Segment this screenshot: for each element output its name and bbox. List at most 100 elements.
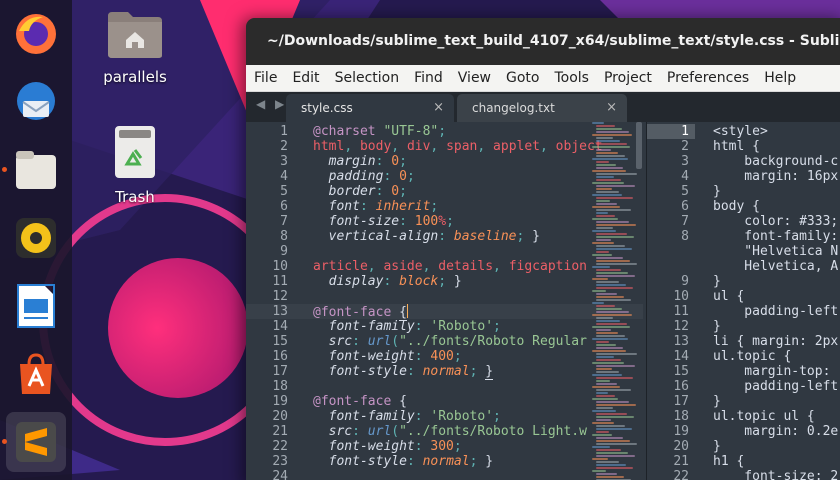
minimap-line [596, 260, 630, 262]
code-line: font-family: [713, 229, 839, 244]
minimap-line [592, 446, 610, 448]
line-number: 21 [673, 454, 689, 469]
code-token: , [493, 259, 509, 274]
writer-launcher[interactable] [6, 276, 66, 336]
code-token: ; [438, 124, 447, 139]
line-number: 19 [272, 394, 288, 409]
code-token: 0 [399, 169, 407, 184]
code-line: body { [713, 199, 760, 214]
minimap-line [596, 389, 631, 391]
rhythmbox-launcher[interactable] [6, 208, 66, 268]
line-number: 14 [673, 349, 689, 364]
code-token: @font-face [313, 305, 400, 320]
code-token: : [414, 319, 431, 334]
tab-changelog[interactable]: changelog.txt × [457, 94, 627, 122]
code-token: ; [469, 454, 486, 469]
sublime-launcher[interactable] [2, 412, 66, 472]
minimap-line [596, 293, 617, 295]
minimap-line [596, 176, 614, 178]
code-token: 0 [391, 154, 400, 169]
minimap-line [596, 317, 613, 319]
code-token: div [406, 139, 431, 154]
tab-style-css[interactable]: style.css × [286, 94, 454, 122]
minimap-line [592, 242, 614, 244]
minimap-line [596, 377, 633, 379]
line-number [647, 244, 689, 259]
minimap-line [592, 134, 632, 136]
minimap-line [596, 356, 614, 358]
menu-preferences[interactable]: Preferences [667, 70, 749, 86]
minimap-line [596, 425, 625, 427]
line-number: 10 [673, 289, 689, 304]
line-number: 13 [272, 304, 288, 319]
tab-nav-arrows[interactable]: ◀ ▶ [256, 97, 287, 111]
code-token: : [438, 229, 454, 244]
menu-edit[interactable]: Edit [292, 70, 319, 86]
editor-pane-right[interactable]: 1 2 3 4 5 6 7 8 9 10 11 12 13 14 15 16 17 18 19 20 21 22 <sty… [646, 122, 840, 480]
menu-project[interactable]: Project [604, 70, 652, 86]
code-token: vertical-align [328, 229, 439, 244]
thunderbird-launcher[interactable] [6, 72, 66, 132]
minimap-line [596, 368, 612, 370]
menu-tools[interactable]: Tools [554, 70, 589, 86]
minimap-line [596, 401, 629, 403]
code-line: <style> [713, 124, 768, 139]
code-token: normal [422, 454, 470, 469]
menu-selection[interactable]: Selection [335, 70, 400, 86]
firefox-launcher[interactable] [6, 4, 66, 64]
code-line: } [713, 394, 721, 409]
line-number: 17 [673, 394, 689, 409]
code-token: 300 [430, 439, 454, 454]
window-title[interactable]: ~/Downloads/sublime_text_build_4107_x64/… [246, 18, 840, 65]
code-token: margin [328, 154, 376, 169]
desktop-trash[interactable]: Trash [80, 124, 190, 206]
rhythmbox-icon [16, 218, 56, 258]
minimap-line [592, 146, 630, 148]
menu-goto[interactable]: Goto [506, 70, 539, 86]
minimap-line [596, 308, 622, 310]
editor-pane-left[interactable]: 1 2 3 4 5 6 7 8 9 10 11 12 13 14 15 16 17 18 19 20 21 22 23 24 … [246, 122, 643, 480]
line-number: 20 [673, 439, 689, 454]
menu-view[interactable]: View [458, 70, 491, 86]
software-launcher[interactable] [6, 344, 66, 404]
minimap-line [592, 410, 616, 412]
line-number [647, 259, 689, 274]
code-token: ( [391, 424, 400, 439]
code-area[interactable]: @charset "UTF-8"; html, body, div, span, … [313, 124, 603, 480]
code-line: } [713, 274, 721, 289]
files-launcher[interactable] [2, 140, 66, 200]
code-line: article, aside, details, figcaption [313, 259, 603, 274]
minimap-line [592, 434, 612, 436]
minimap-line [596, 263, 637, 265]
code-area[interactable]: <style> html { background-c margin: 16px}… [713, 124, 838, 480]
tab-label: style.css [301, 101, 353, 115]
minimap-line [596, 209, 631, 211]
code-token: , [344, 139, 360, 154]
minimap-line [592, 218, 618, 220]
line-number: 18 [272, 379, 288, 394]
line-number: 5 [681, 184, 689, 199]
code-token: aside [383, 259, 423, 274]
minimap-line [596, 137, 613, 139]
code-token: : [359, 199, 376, 214]
code-line: src: url("../fonts/Roboto Regular [313, 334, 603, 349]
menu-find[interactable]: Find [414, 70, 443, 86]
minimap-line [596, 464, 626, 466]
minimap-line [596, 296, 624, 298]
tab-close-icon[interactable]: × [606, 94, 617, 122]
line-number: 15 [272, 334, 288, 349]
tab-close-icon[interactable]: × [433, 94, 444, 122]
menu-help[interactable]: Help [764, 70, 796, 86]
line-number: 1 [280, 124, 288, 139]
scrollbar-thumb[interactable] [636, 122, 642, 169]
code-line: li { margin: 2px [713, 334, 839, 349]
running-indicator [2, 439, 7, 444]
desktop-folder-parallels[interactable]: parallels [80, 8, 190, 86]
menu-bar: File Edit Selection Find View Goto Tools… [246, 65, 840, 92]
minimap[interactable] [592, 122, 640, 480]
menu-file[interactable]: File [254, 70, 277, 86]
